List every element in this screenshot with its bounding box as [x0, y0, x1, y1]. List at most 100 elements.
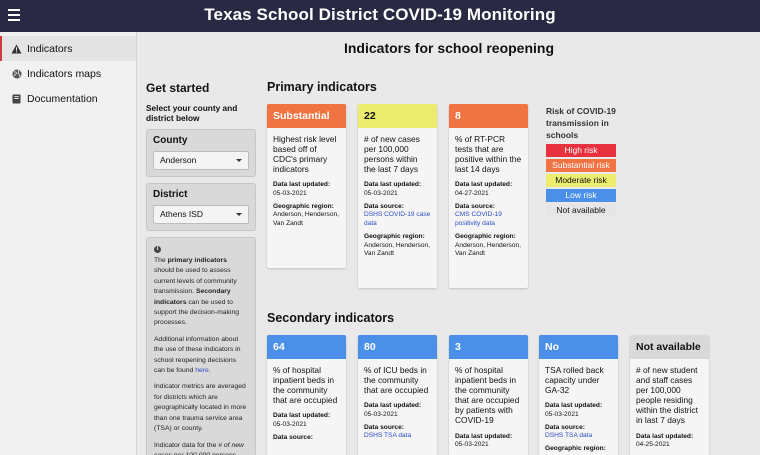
- card-value: Substantial: [267, 104, 346, 128]
- sidebar-item-documentation[interactable]: Documentation: [0, 86, 136, 111]
- district-label: District: [153, 189, 188, 200]
- card-updated-value: 05-03-2021: [455, 441, 489, 449]
- card-updated-label: Data last updated:: [455, 432, 513, 440]
- book-icon: [11, 93, 22, 104]
- legend-high-risk: High risk: [546, 144, 616, 157]
- card-updated-value: 05-03-2021: [273, 421, 307, 429]
- card-value: 22: [358, 104, 437, 128]
- card-description: % of RT-PCR tests that are positive with…: [455, 134, 522, 175]
- primary-card-new-cases: 22 # of new cases per 100,000 persons wi…: [358, 104, 437, 288]
- info-paragraph: Indicator data for the # of new cases pe…: [154, 441, 248, 455]
- card-description: # of new cases per 100,000 persons withi…: [364, 134, 420, 175]
- risk-legend: Risk of COVID-19 transmission in schools…: [546, 105, 628, 219]
- warning-icon: [11, 43, 22, 54]
- secondary-card-tsa-capacity: No TSA rolled back capacity under GA-32 …: [539, 335, 618, 455]
- card-updated-label: Data last updated:: [273, 181, 331, 189]
- legend-not-available: Not available: [546, 204, 616, 217]
- card-region-label: Geographic region:: [455, 232, 516, 240]
- secondary-indicators-heading: Secondary indicators: [267, 311, 395, 325]
- card-updated-value: 04-27-2021: [455, 190, 489, 198]
- card-source-link[interactable]: DSHS COVID-19 case data: [364, 211, 431, 228]
- info-box: i The primary indicators should be used …: [146, 237, 256, 455]
- card-updated-label: Data last updated:: [273, 412, 331, 420]
- sidebar-item-indicators-maps[interactable]: Indicators maps: [0, 61, 136, 86]
- info-paragraph: Additional information about the use of …: [154, 335, 248, 377]
- legend-moderate-risk: Moderate risk: [546, 174, 616, 187]
- card-source-link[interactable]: CMS COVID-19 positivity data: [455, 211, 522, 228]
- district-value: Athens ISD: [160, 209, 203, 219]
- card-value: 64: [267, 335, 346, 359]
- card-source-label: Data source:: [364, 202, 404, 210]
- sidebar-item-label: Indicators: [27, 42, 73, 55]
- card-source-label: Data source:: [545, 423, 585, 431]
- get-started-subtitle: Select your county and district below: [146, 103, 238, 123]
- get-started-heading: Get started: [146, 81, 210, 95]
- card-value: 80: [358, 335, 437, 359]
- legend-substantial-risk: Substantial risk: [546, 159, 616, 172]
- info-text: Indicator data for the: [154, 441, 219, 449]
- card-source-link[interactable]: DSHS TSA data: [545, 432, 612, 441]
- card-updated-label: Data last updated:: [636, 432, 694, 440]
- card-region-label: Geographic region:: [545, 445, 606, 453]
- card-description: % of hospital inpatient beds in the comm…: [273, 365, 338, 406]
- main-content: Indicators for school reopening Get star…: [138, 32, 760, 455]
- card-value: Not available: [630, 335, 709, 359]
- chevron-down-icon: [236, 159, 242, 162]
- legend-title: Risk of COVID-19 transmission in schools: [546, 106, 616, 140]
- info-text: The: [154, 257, 168, 264]
- card-source-label: Data source:: [455, 202, 495, 210]
- top-bar: Texas School District COVID-19 Monitorin…: [0, 0, 760, 32]
- card-source-link[interactable]: DSHS TSA data: [364, 432, 431, 441]
- district-selector: District Athens ISD: [146, 183, 256, 231]
- card-updated-label: Data last updated:: [364, 181, 422, 189]
- card-value: No: [539, 335, 618, 359]
- card-region-label: Geographic region:: [273, 202, 334, 210]
- card-value: 8: [449, 104, 528, 128]
- card-updated-label: Data last updated:: [455, 181, 513, 189]
- card-description: % of hospital inpatient beds in the comm…: [455, 365, 520, 426]
- secondary-card-district-cases: Not available # of new student and staff…: [630, 335, 709, 455]
- card-source-label: Data source:: [364, 423, 404, 431]
- card-description: Highest risk level based off of CDC's pr…: [273, 134, 337, 175]
- info-emphasis: primary indicators: [167, 257, 227, 264]
- sidebar: Indicators Indicators maps Documentation: [0, 32, 137, 455]
- sidebar-item-label: Documentation: [27, 92, 98, 105]
- card-updated-value: 05-03-2021: [273, 190, 307, 198]
- secondary-card-hospital-beds: 64 % of hospital inpatient beds in the c…: [267, 335, 346, 455]
- card-region-label: Geographic region:: [364, 232, 425, 240]
- primary-card-test-positivity: 8 % of RT-PCR tests that are positive wi…: [449, 104, 528, 288]
- card-region-value: Anderson, Henderson, Van Zandt: [364, 241, 430, 258]
- chevron-down-icon: [236, 213, 242, 216]
- county-label: County: [153, 135, 188, 146]
- county-value: Anderson: [160, 155, 197, 165]
- info-paragraph: Indicator metrics are averaged for distr…: [154, 383, 247, 433]
- card-updated-value: 05-03-2021: [364, 190, 398, 198]
- page-title: Indicators for school reopening: [343, 40, 555, 56]
- globe-icon: [11, 68, 22, 79]
- get-started-panel: Get started Select your county and distr…: [146, 81, 256, 455]
- card-description: # of new student and staff cases per 100…: [636, 365, 698, 426]
- info-link[interactable]: here: [195, 367, 209, 374]
- card-region-value: Anderson, Henderson, Van Zandt: [273, 211, 339, 228]
- legend-low-risk: Low risk: [546, 189, 616, 202]
- district-select[interactable]: Athens ISD: [153, 205, 249, 224]
- secondary-card-covid-beds: 3 % of hospital inpatient beds in the co…: [449, 335, 528, 455]
- card-updated-value: 04-25-2021: [636, 441, 670, 449]
- card-updated-value: 05-03-2021: [364, 410, 398, 418]
- card-description: % of ICU beds in the community that are …: [364, 365, 429, 396]
- card-updated-label: Data last updated:: [364, 402, 422, 410]
- secondary-card-icu-beds: 80 % of ICU beds in the community that a…: [358, 335, 437, 455]
- app-title: Texas School District COVID-19 Monitorin…: [204, 5, 556, 24]
- card-value: 3: [449, 335, 528, 359]
- info-text: .: [208, 367, 211, 375]
- card-updated-value: 05-03-2021: [545, 410, 579, 418]
- primary-indicators-heading: Primary indicators: [267, 80, 377, 94]
- card-source-label: Data source:: [273, 433, 313, 441]
- primary-card-risk-level: Substantial Highest risk level based off…: [267, 104, 346, 268]
- sidebar-item-indicators[interactable]: Indicators: [0, 36, 136, 61]
- county-select[interactable]: Anderson: [153, 151, 249, 170]
- county-selector: County Anderson: [146, 129, 256, 177]
- card-region-value: Anderson, Henderson, Van Zandt: [455, 241, 521, 258]
- info-icon: i: [154, 246, 161, 253]
- card-updated-label: Data last updated:: [545, 402, 603, 410]
